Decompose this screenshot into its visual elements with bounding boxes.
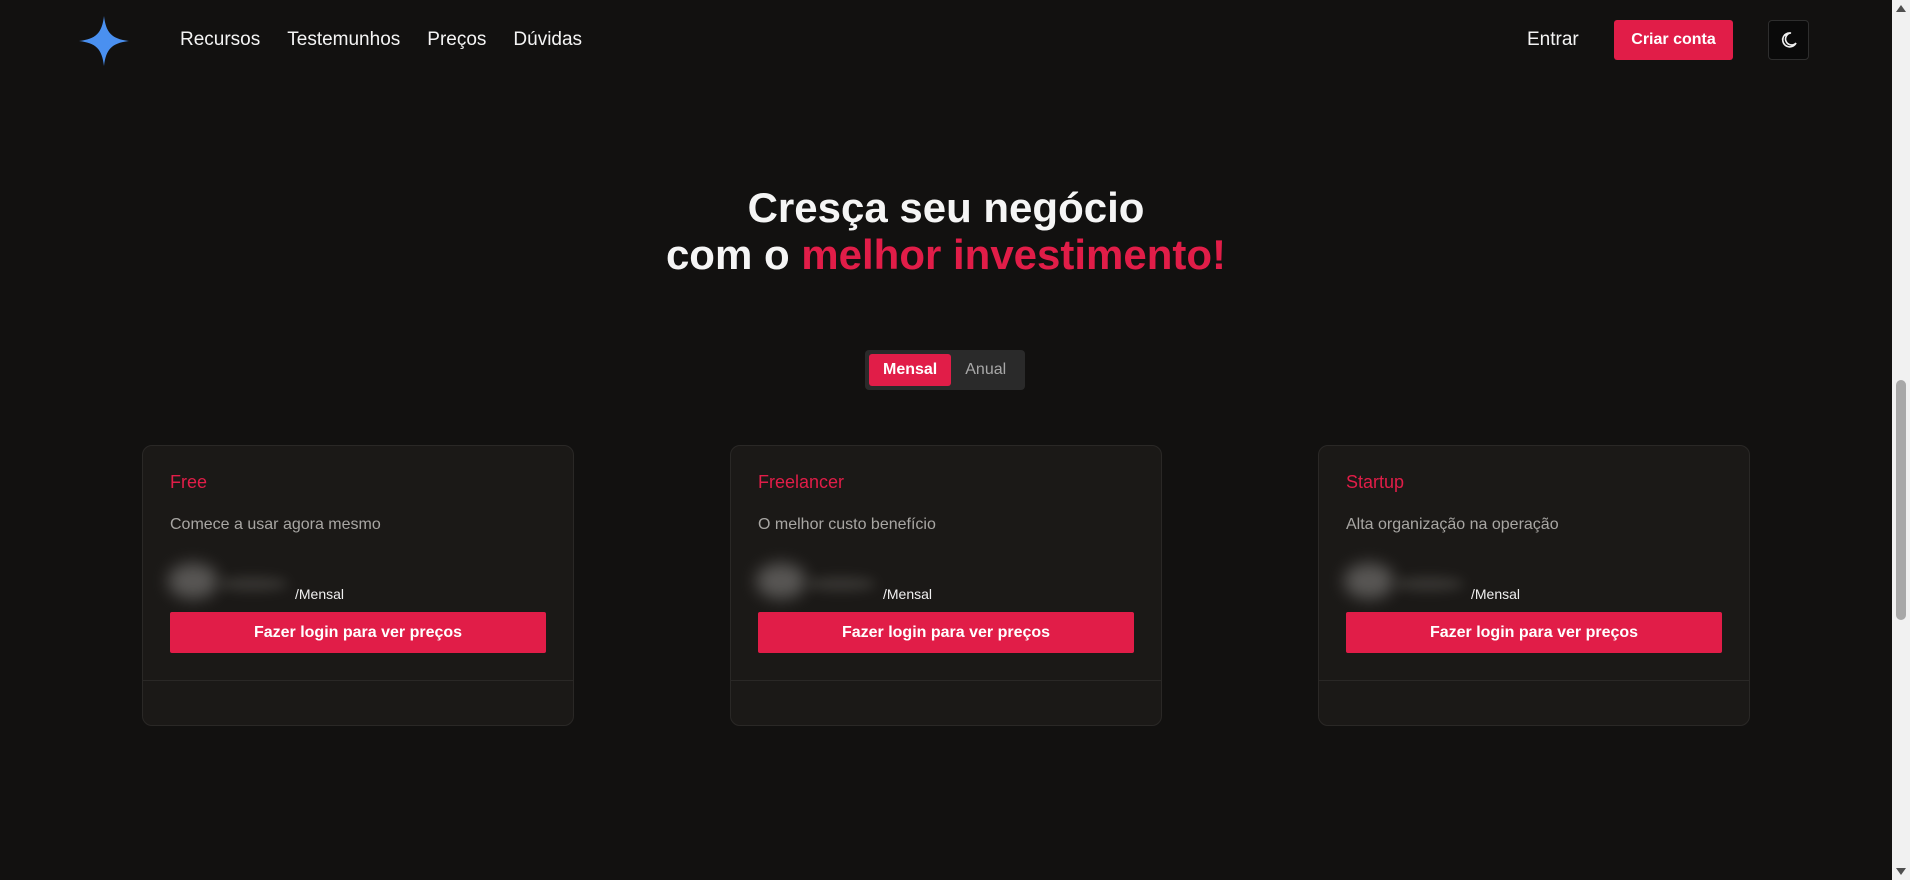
plan-description: O melhor custo benefício [758, 516, 936, 533]
card-divider [1319, 680, 1749, 681]
plan-period: /Mensal [295, 586, 345, 602]
nav-link-recursos[interactable]: Recursos [180, 28, 260, 52]
plan-name: Freelancer [758, 472, 845, 492]
plan-period: /Mensal [883, 586, 933, 602]
pricing-hero: Cresça seu negócio com o melhor investim… [0, 184, 1892, 278]
login-to-see-prices-button[interactable]: Fazer login para ver preços [1346, 612, 1722, 653]
theme-toggle-button[interactable] [1768, 20, 1809, 60]
nav-link-precos[interactable]: Preços [427, 28, 486, 52]
login-to-see-prices-button[interactable]: Fazer login para ver preços [170, 612, 546, 653]
site-header: Recursos Testemunhos Preços Dúvidas Entr… [0, 0, 1892, 80]
toggle-option-anual[interactable]: Anual [951, 354, 1020, 386]
hero-line-2-prefix: com o [665, 231, 802, 278]
create-account-button[interactable]: Criar conta [1614, 20, 1733, 60]
scroll-up-arrow-icon[interactable] [1896, 5, 1906, 12]
sparkle-logo-icon[interactable] [78, 15, 130, 67]
main-nav: Recursos Testemunhos Preços Dúvidas [180, 28, 609, 52]
hero-title: Cresça seu negócio com o melhor investim… [0, 184, 1892, 278]
plan-card-startup: Startup Alta organização na operação /Me… [1318, 445, 1750, 726]
moon-stars-icon [1781, 32, 1797, 48]
signin-link[interactable]: Entrar [1527, 29, 1579, 51]
page-scrollbar[interactable] [1892, 0, 1910, 880]
billing-period-toggle: Mensal Anual [865, 350, 1025, 390]
plan-description: Alta organização na operação [1346, 516, 1559, 533]
login-to-see-prices-button[interactable]: Fazer login para ver preços [758, 612, 1134, 653]
blurred-price [1344, 563, 1464, 599]
scrollbar-thumb[interactable] [1896, 380, 1906, 620]
plan-name: Startup [1346, 472, 1405, 492]
plan-period: /Mensal [1471, 586, 1521, 602]
nav-link-duvidas[interactable]: Dúvidas [513, 28, 582, 52]
nav-link-testemunhos[interactable]: Testemunhos [287, 28, 400, 52]
plan-card-freelancer: Freelancer O melhor custo benefício /Men… [730, 445, 1162, 726]
plan-description: Comece a usar agora mesmo [170, 516, 381, 533]
card-divider [731, 680, 1161, 681]
plan-name: Free [170, 472, 208, 492]
blurred-price [756, 563, 876, 599]
plan-card-free: Free Comece a usar agora mesmo /Mensal F… [142, 445, 574, 726]
hero-line-1: Cresça seu negócio [747, 184, 1145, 231]
blurred-price [168, 563, 288, 599]
scroll-down-arrow-icon[interactable] [1896, 868, 1906, 875]
hero-line-2-accent: melhor investimento! [801, 231, 1227, 278]
toggle-option-mensal[interactable]: Mensal [869, 354, 952, 386]
card-divider [143, 680, 573, 681]
